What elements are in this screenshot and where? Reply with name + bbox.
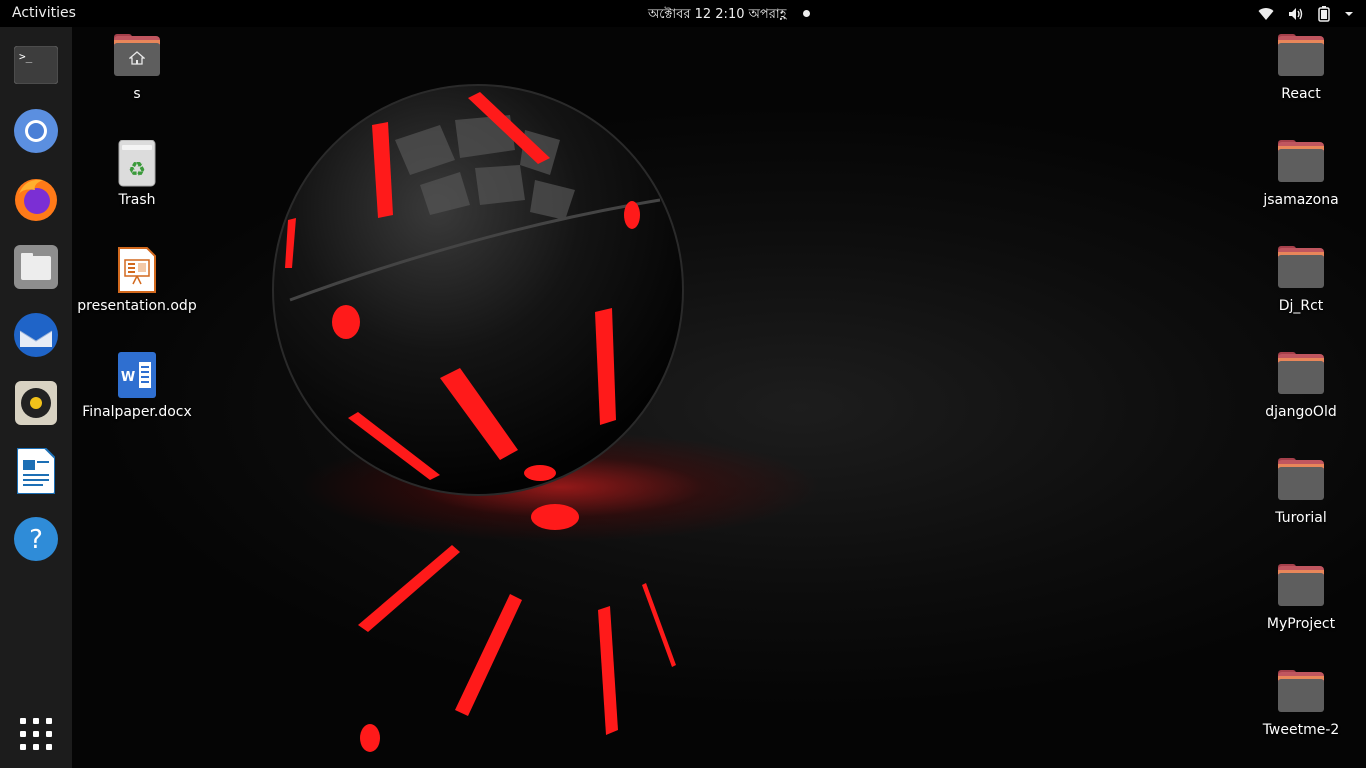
folder-icon — [1277, 140, 1325, 188]
desktop-folder-dj-rct[interactable]: Dj_Rct — [1238, 246, 1364, 314]
trash-icon: ♻ — [113, 139, 161, 188]
svg-text:W: W — [121, 370, 135, 385]
rhythmbox-icon[interactable] — [12, 379, 60, 427]
desktop-folder-jsamazona[interactable]: jsamazona — [1238, 140, 1364, 208]
svg-text:?: ? — [29, 525, 43, 555]
files-icon[interactable] — [12, 243, 60, 291]
desktop-item-label: presentation.odp — [77, 298, 197, 314]
desktop-folder-tweetme-2[interactable]: Tweetme-2 — [1238, 670, 1364, 738]
chromium-icon[interactable] — [12, 107, 60, 155]
folder-icon — [1277, 34, 1325, 82]
desktop-folder-myproject[interactable]: MyProject — [1238, 564, 1364, 632]
folder-icon — [1277, 352, 1325, 400]
desktop-folder-turorial[interactable]: Turorial — [1238, 458, 1364, 526]
wallpaper-sphere-illustration — [272, 84, 684, 752]
volume-icon — [1288, 7, 1304, 21]
svg-text:♻: ♻ — [128, 157, 146, 181]
folder-icon — [1277, 458, 1325, 506]
activities-button[interactable]: Activities — [12, 5, 76, 21]
desktop-folder-djangoold[interactable]: djangoOld — [1238, 352, 1364, 420]
battery-icon — [1318, 6, 1330, 22]
terminal-icon[interactable]: >_ — [12, 41, 60, 89]
top-bar: Activities অক্টোবর 12 2:10 অপরাহ্ণ — [0, 0, 1366, 27]
system-tray[interactable] — [1258, 5, 1354, 23]
svg-text:>_: >_ — [19, 50, 33, 63]
desktop-item-label: Tweetme-2 — [1262, 722, 1340, 738]
presentation-file-icon — [113, 246, 161, 294]
desktop-item-label: MyProject — [1266, 616, 1336, 632]
home-folder-icon — [113, 34, 161, 82]
desktop-item-label: Turorial — [1275, 510, 1327, 526]
help-icon[interactable]: ? — [12, 515, 60, 563]
desktop-item-word-document[interactable]: W Finalpaper.docx — [74, 352, 200, 420]
desktop-item-label: Finalpaper.docx — [82, 404, 192, 420]
desktop-item-label: djangoOld — [1265, 404, 1337, 420]
firefox-icon[interactable] — [12, 175, 60, 223]
desktop-item-trash[interactable]: ♻ Trash — [74, 139, 200, 208]
desktop-item-label: jsamazona — [1263, 192, 1339, 208]
folder-icon — [1277, 564, 1325, 612]
desktop-folder-react[interactable]: React — [1238, 34, 1364, 102]
clock-datetime[interactable]: অক্টোবর 12 2:10 অপরাহ্ণ — [648, 5, 786, 26]
folder-icon — [1277, 246, 1325, 294]
desktop-item-label: React — [1281, 86, 1321, 102]
desktop-item-label: Trash — [118, 192, 156, 208]
folder-icon — [1277, 670, 1325, 718]
desktop-item-label: s — [133, 86, 141, 102]
dock: >_ ? — [0, 27, 72, 768]
wifi-icon — [1258, 7, 1274, 21]
word-document-icon: W — [113, 352, 161, 400]
libreoffice-writer-icon[interactable] — [12, 447, 60, 495]
desktop-item-label: Dj_Rct — [1278, 298, 1324, 314]
desktop-item-presentation[interactable]: presentation.odp — [74, 246, 200, 314]
show-applications-icon[interactable] — [12, 710, 60, 758]
desktop-item-home-folder[interactable]: s — [74, 34, 200, 102]
system-menu-chevron-icon — [1344, 10, 1354, 18]
desktop-wallpaper — [0, 27, 1366, 768]
notification-dot-icon — [803, 10, 810, 17]
thunderbird-icon[interactable] — [12, 311, 60, 359]
